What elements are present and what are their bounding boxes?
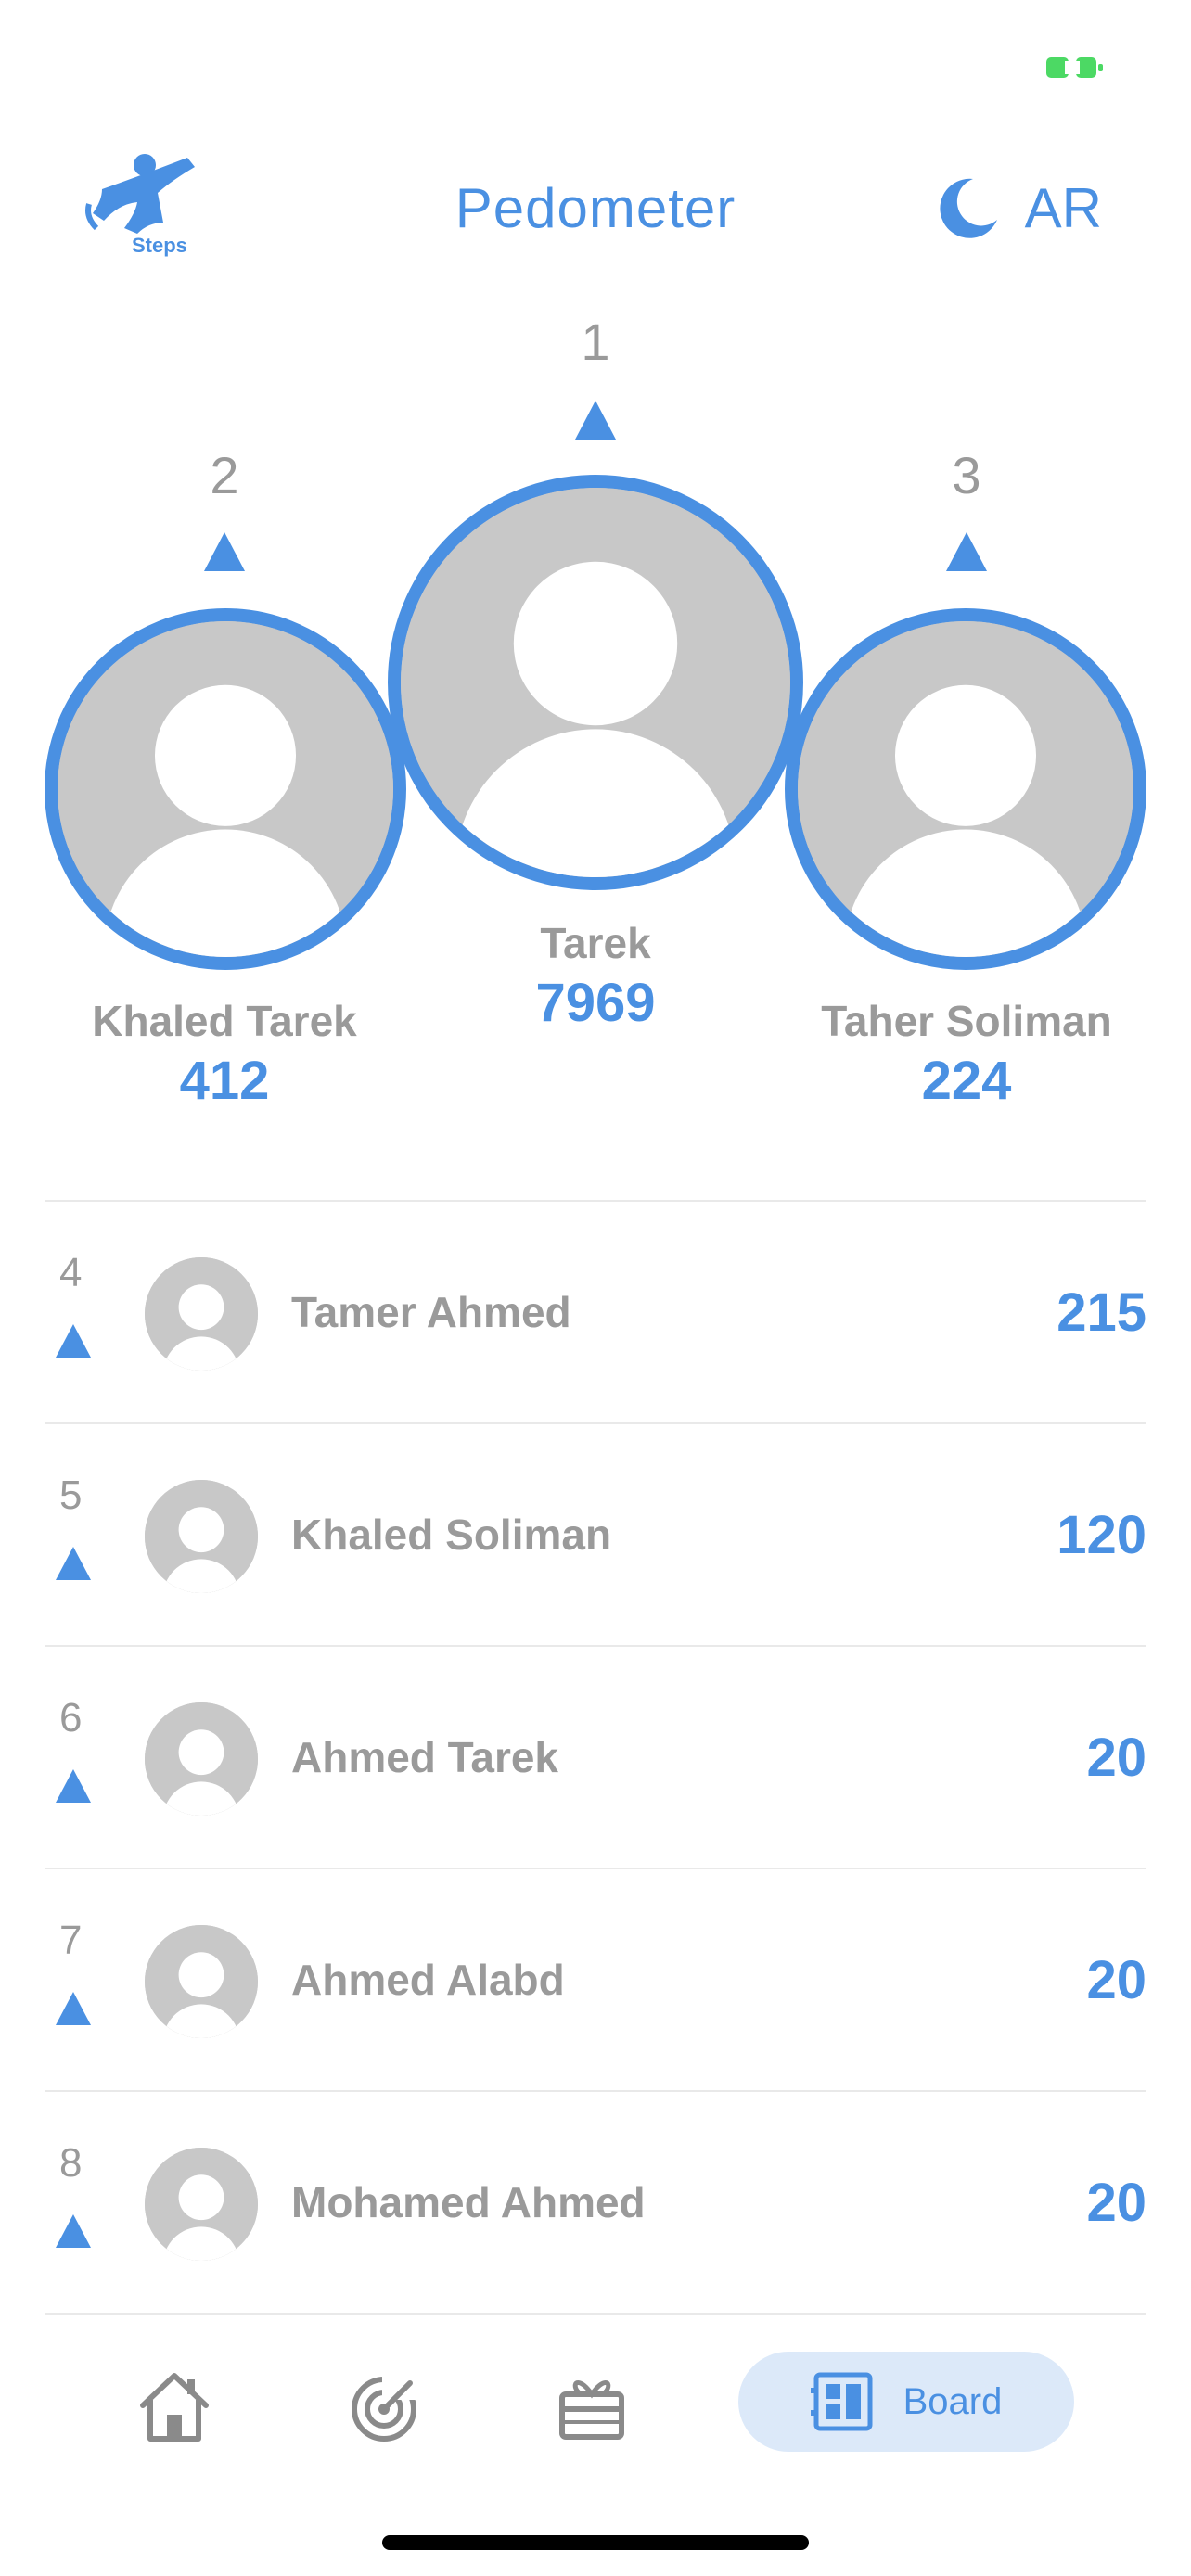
gift-icon[interactable] xyxy=(553,2368,631,2446)
rank-up-icon xyxy=(56,1992,91,2025)
row-score: 120 xyxy=(1057,1505,1146,1565)
row-score: 215 xyxy=(1057,1282,1146,1343)
podium-rank-first: 1 xyxy=(581,312,610,371)
header-actions: AR xyxy=(936,172,1102,243)
avatar xyxy=(145,1480,258,1593)
table-row[interactable]: 8 Mohamed Ahmed 20 xyxy=(45,2092,1146,2315)
row-name: Mohamed Ahmed xyxy=(291,2178,646,2226)
row-name: Ahmed Alabd xyxy=(291,1956,565,2004)
podium-name-first: Tarek xyxy=(540,919,651,967)
bottom-nav: Board xyxy=(0,2315,1191,2491)
podium-avatar-third[interactable] xyxy=(785,608,1146,970)
table-row[interactable]: 6 Ahmed Tarek 20 xyxy=(45,1647,1146,1869)
user-placeholder-icon xyxy=(145,1925,258,2038)
podium-name-second: Khaled Tarek xyxy=(92,997,357,1045)
podium-score-first: 7969 xyxy=(535,973,656,1033)
user-placeholder-icon xyxy=(145,2148,258,2261)
row-rank: 7 xyxy=(59,1918,83,1963)
podium-avatar-first[interactable] xyxy=(388,475,803,890)
user-placeholder-icon xyxy=(145,1480,258,1593)
nav-board-button[interactable]: Board xyxy=(738,2352,1074,2452)
rank-up-icon xyxy=(946,532,987,571)
row-rank: 4 xyxy=(59,1250,83,1295)
podium-name-third: Taher Soliman xyxy=(821,997,1112,1045)
user-placeholder-icon xyxy=(401,488,790,877)
home-icon[interactable] xyxy=(135,2368,213,2446)
row-name: Ahmed Tarek xyxy=(291,1733,559,1781)
row-score: 20 xyxy=(1086,2173,1146,2233)
table-row[interactable]: 7 Ahmed Alabd 20 xyxy=(45,1869,1146,2092)
avatar xyxy=(145,2148,258,2261)
user-placeholder-icon xyxy=(58,621,393,957)
leaderboard-list: 4 Tamer Ahmed 215 5 Khaled Soliman 120 6… xyxy=(45,1200,1146,2315)
user-placeholder-icon xyxy=(145,1257,258,1371)
rank-up-icon xyxy=(56,1324,91,1358)
rank-up-icon xyxy=(575,401,616,440)
rank-up-icon xyxy=(56,1769,91,1803)
row-name: Tamer Ahmed xyxy=(291,1288,571,1336)
language-toggle[interactable]: AR xyxy=(1025,176,1102,240)
row-rank: 8 xyxy=(59,2140,83,2186)
user-placeholder-icon xyxy=(798,621,1133,957)
podium-avatar-second[interactable] xyxy=(45,608,406,970)
rank-up-icon xyxy=(56,1547,91,1580)
moon-icon[interactable] xyxy=(936,175,1001,240)
table-row[interactable]: 4 Tamer Ahmed 215 xyxy=(45,1202,1146,1424)
row-name: Khaled Soliman xyxy=(291,1511,612,1559)
row-score: 20 xyxy=(1086,1728,1146,1788)
avatar xyxy=(145,1257,258,1371)
nav-board-label: Board xyxy=(903,2380,1003,2422)
row-rank: 5 xyxy=(59,1473,83,1518)
home-indicator xyxy=(382,2535,809,2550)
table-row[interactable]: 5 Khaled Soliman 120 xyxy=(45,1424,1146,1647)
battery-icon xyxy=(1046,57,1103,78)
target-icon[interactable] xyxy=(345,2368,423,2446)
board-icon xyxy=(810,2372,873,2431)
avatar xyxy=(145,1702,258,1816)
podium-score-second: 412 xyxy=(179,1051,270,1111)
podium-rank-third: 3 xyxy=(952,446,981,504)
podium-rank-second: 2 xyxy=(210,446,239,504)
rank-up-icon xyxy=(204,532,245,571)
user-placeholder-icon xyxy=(145,1702,258,1816)
podium-score-third: 224 xyxy=(921,1051,1012,1111)
avatar xyxy=(145,1925,258,2038)
row-rank: 6 xyxy=(59,1695,83,1741)
rank-up-icon xyxy=(56,2214,91,2248)
row-score: 20 xyxy=(1086,1950,1146,2010)
